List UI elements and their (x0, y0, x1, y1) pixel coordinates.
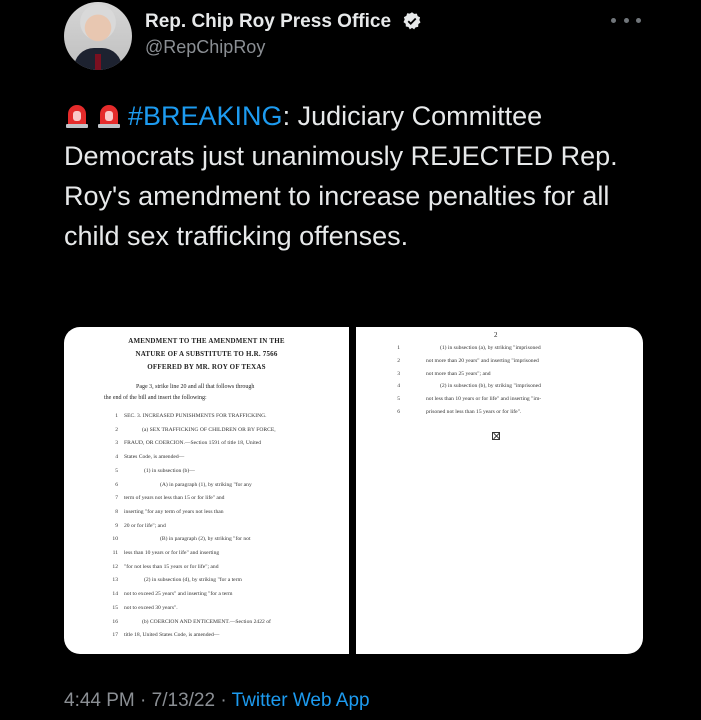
doc-line-number: 6 (397, 409, 400, 415)
doc-line-number: 14 (112, 591, 118, 598)
document-page-2[interactable]: 2 1 (1) in subsection (a), by striking "i… (356, 327, 643, 654)
doc-line-text: inserting "for any term of years not les… (124, 508, 224, 515)
meta-separator: · (134, 690, 152, 711)
doc-line-text: not to exceed 30 years". (124, 604, 178, 611)
doc-line-text: less than 10 years or for life" and inse… (124, 550, 220, 556)
tweet: Rep. Chip Roy Press Office @RepChipRoy #… (0, 0, 701, 720)
doc-line-number: 4 (397, 383, 400, 390)
doc-intro-line: the end of the bill and insert the follo… (104, 395, 207, 401)
doc-line-text: (1) in subsection (b)— (144, 467, 195, 474)
doc-line-text: not more than 20 years" and inserting "i… (426, 357, 539, 364)
doc-line-text: "for not less than 15 years or for life"… (124, 563, 219, 570)
doc-line-number: 17 (112, 632, 118, 639)
verified-badge-icon (403, 12, 421, 30)
dot (623, 17, 629, 23)
document-page-1[interactable]: AMENDMENT TO THE AMENDMENT IN THE NATURE… (64, 327, 349, 654)
doc-line-number: 9 (115, 522, 118, 529)
doc-line-text: not to exceed 25 years" and inserting "f… (124, 591, 233, 598)
doc-line-number: 2 (115, 426, 118, 433)
doc-line-text: States Code, is amended— (124, 454, 185, 461)
doc-line-number: 2 (397, 357, 400, 364)
doc-line-number: 13 (112, 577, 118, 584)
police-siren-icon (98, 105, 120, 128)
doc-line-number: 3 (397, 370, 400, 377)
tweet-meta: 4:44 PM · 7/13/22 · Twitter Web App (64, 690, 370, 712)
doc-line-number: 5 (115, 467, 118, 474)
doc-line-number: 12 (112, 563, 118, 570)
doc-page-number: 2 (494, 331, 498, 339)
doc-title-line: AMENDMENT TO THE AMENDMENT IN THE (128, 337, 285, 345)
display-name[interactable]: Rep. Chip Roy Press Office (145, 11, 391, 33)
doc-line-number: 1 (115, 413, 118, 419)
doc-line-number: 4 (115, 454, 118, 461)
doc-line-text: (2) in subsection (b), by striking "impr… (440, 383, 541, 390)
doc-line-text: (A) in paragraph (1), by striking "for a… (160, 481, 252, 488)
doc-line-text: term of years not less than 15 or for li… (124, 495, 225, 502)
dot (636, 17, 641, 23)
doc-line-text: not more than 25 years"; and (426, 370, 491, 377)
doc-line-number: 6 (115, 481, 118, 488)
user-handle[interactable]: @RepChipRoy (145, 37, 265, 58)
doc-line-text: (a) SEX TRAFFICKING OF CHILDREN OR BY FO… (142, 426, 276, 433)
doc-line-text: not less than 10 years or for life" and … (426, 396, 542, 403)
doc-line-number: 8 (115, 508, 118, 515)
doc-line-text: (B) in paragraph (2), by striking "for n… (160, 536, 251, 543)
doc-title-line: NATURE OF A SUBSTITUTE TO H.R. 7566 (135, 350, 278, 358)
doc-line-number: 16 (112, 618, 118, 625)
dot (611, 17, 616, 23)
doc-line-number: 11 (112, 550, 118, 556)
doc-title-line: OFFERED BY MR. ROY OF TEXAS (147, 363, 266, 371)
tweet-date[interactable]: 7/13/22 (152, 690, 215, 711)
hashtag-link[interactable]: #BREAKING (128, 101, 283, 131)
tweet-time[interactable]: 4:44 PM (64, 690, 135, 711)
tweet-media[interactable]: AMENDMENT TO THE AMENDMENT IN THE NATURE… (64, 327, 643, 654)
doc-line-text: title 18, United States Code, is amended… (124, 632, 220, 639)
end-of-document-mark-icon (492, 432, 500, 440)
more-options-icon[interactable] (611, 10, 641, 30)
doc-line-text: (b) COERCION AND ENTICEMENT.—Section 242… (142, 618, 271, 625)
police-siren-icon (66, 105, 88, 128)
doc-line-text: (2) in subsection (d), by striking "for … (144, 577, 242, 584)
doc-line-text: prisoned not less than 15 years or for l… (426, 409, 522, 415)
doc-line-text: SEC. 3. INCREASED PUNISHMENTS FOR TRAFFI… (124, 413, 267, 419)
meta-separator: · (215, 690, 232, 711)
tweet-source-link[interactable]: Twitter Web App (232, 690, 370, 711)
doc-intro-line: Page 3, strike line 20 and all that foll… (136, 384, 255, 390)
tweet-text: #BREAKING: Judiciary Committee Democrats… (64, 96, 664, 256)
doc-line-number: 1 (397, 345, 400, 351)
avatar[interactable] (64, 2, 132, 70)
doc-line-number: 5 (397, 396, 400, 403)
doc-line-number: 3 (115, 440, 118, 447)
doc-line-text: 20 or for life"; and (124, 522, 166, 529)
avatar-tie (95, 54, 101, 70)
doc-line-number: 7 (115, 495, 118, 502)
doc-line-number: 10 (112, 536, 118, 543)
doc-line-text: FRAUD, OR COERCION.—Section 1591 of titl… (124, 440, 262, 447)
doc-line-number: 15 (112, 604, 118, 611)
doc-line-text: (1) in subsection (a), by striking "impr… (440, 345, 541, 351)
